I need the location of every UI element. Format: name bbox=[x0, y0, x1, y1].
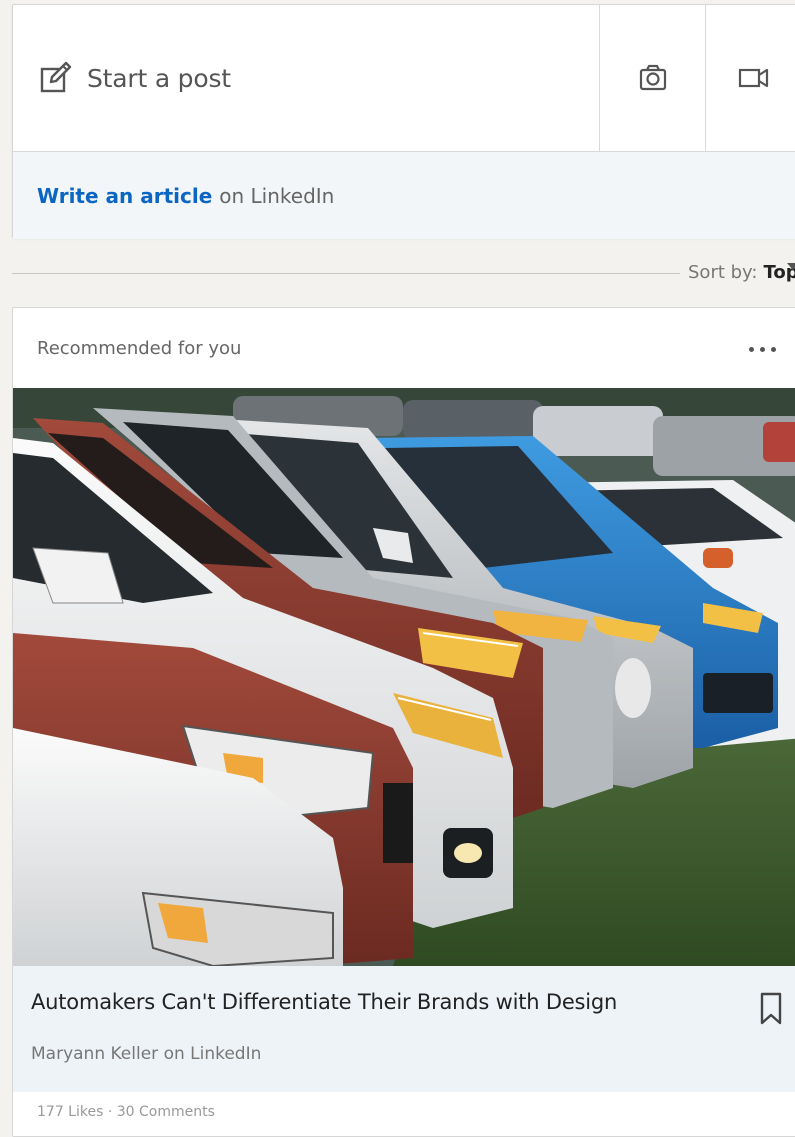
sort-divider: Sort by: Top bbox=[12, 258, 795, 296]
ellipsis-icon[interactable] bbox=[749, 342, 789, 356]
article-image[interactable] bbox=[13, 388, 795, 966]
feed-card: Recommended for you Automakers Can't Dif… bbox=[12, 307, 795, 1137]
card-header: Recommended for you bbox=[13, 308, 795, 388]
share-box: Start a post Write an article on LinkedI… bbox=[12, 4, 795, 239]
write-article-link[interactable]: Write an article bbox=[37, 184, 212, 208]
divider-line bbox=[12, 273, 680, 274]
cars-photo bbox=[13, 388, 795, 966]
article-source: Maryann Keller on LinkedIn bbox=[31, 1044, 262, 1064]
write-article-row: Write an article on LinkedIn bbox=[13, 151, 795, 239]
camera-icon bbox=[639, 64, 666, 91]
article-title[interactable]: Automakers Can't Differentiate Their Bra… bbox=[31, 990, 617, 1014]
video-camera-icon bbox=[738, 68, 768, 88]
pencil-square-icon bbox=[40, 61, 72, 93]
share-box-top: Start a post bbox=[13, 5, 795, 151]
write-article-suffix: on LinkedIn bbox=[219, 183, 335, 208]
sort-dropdown[interactable]: Sort by: Top bbox=[688, 262, 795, 283]
start-post-label: Start a post bbox=[87, 63, 231, 93]
article-meta[interactable]: Automakers Can't Differentiate Their Bra… bbox=[13, 966, 795, 1092]
social-counts[interactable]: 177 Likes · 30 Comments bbox=[37, 1104, 215, 1116]
sort-label: Sort by: bbox=[688, 262, 758, 283]
photo-button[interactable] bbox=[599, 5, 705, 151]
video-button[interactable] bbox=[705, 5, 795, 151]
recommended-label: Recommended for you bbox=[37, 338, 242, 359]
bookmark-icon[interactable] bbox=[759, 992, 783, 1026]
caret-down-icon bbox=[787, 263, 795, 270]
start-post-button[interactable]: Start a post bbox=[13, 5, 599, 151]
